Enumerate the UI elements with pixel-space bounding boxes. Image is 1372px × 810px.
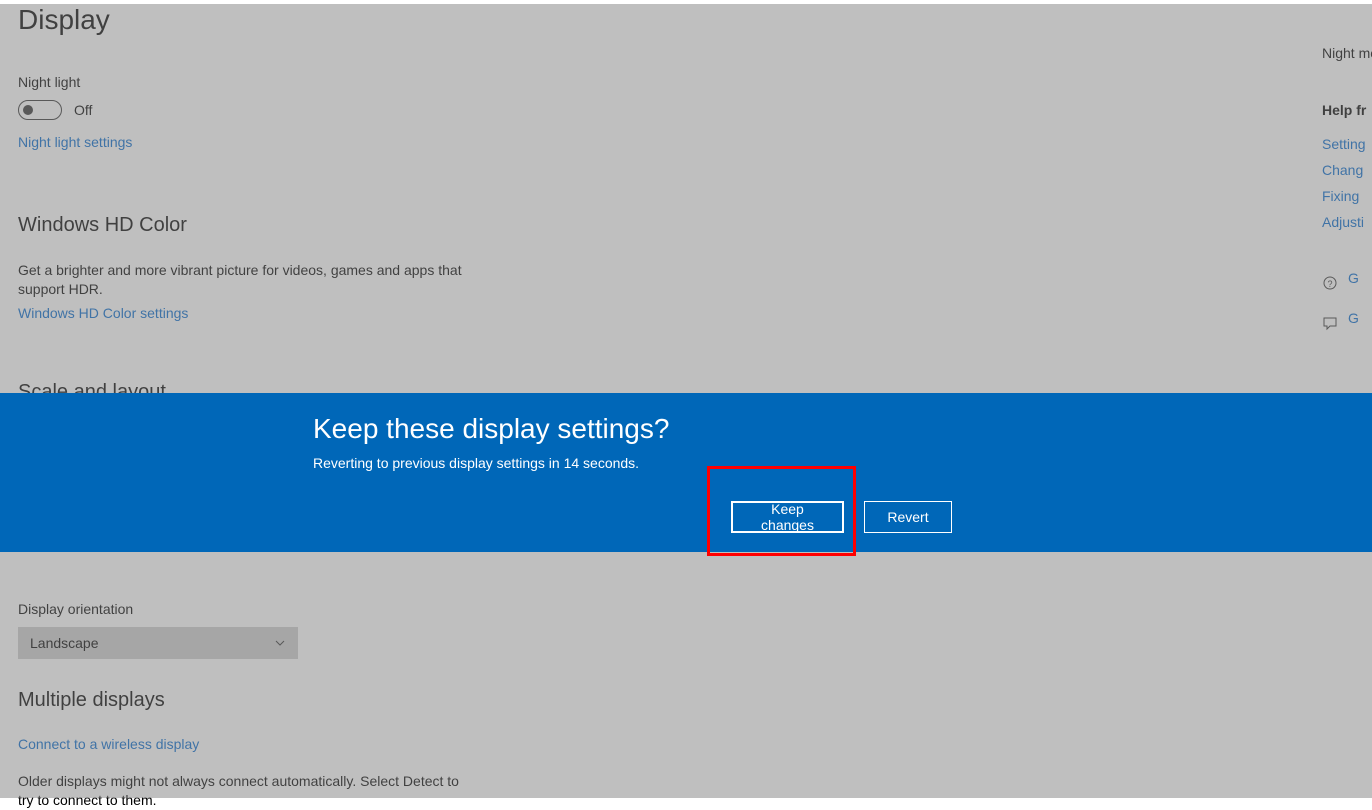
dialog-title: Keep these display settings? <box>313 413 1372 445</box>
dialog-body: Reverting to previous display settings i… <box>313 455 1372 471</box>
keep-settings-dialog: Keep these display settings? Reverting t… <box>0 393 1372 552</box>
revert-button[interactable]: Revert <box>864 501 952 533</box>
keep-changes-button[interactable]: Keep changes <box>731 501 844 533</box>
